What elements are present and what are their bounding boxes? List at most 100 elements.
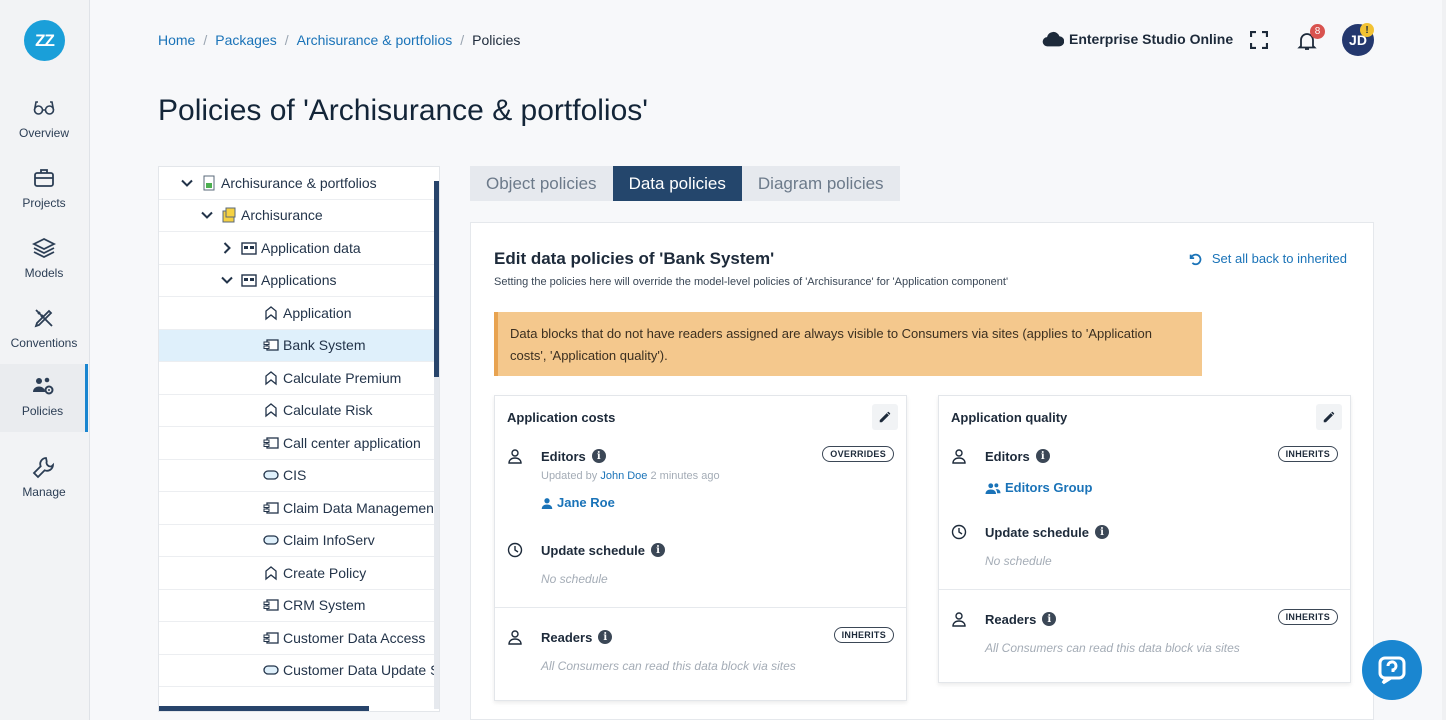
nav-manage[interactable]: Manage — [0, 445, 88, 513]
pencil-icon — [1323, 411, 1335, 423]
updated-prefix: Updated by — [541, 470, 598, 482]
tree-node[interactable]: Application — [159, 297, 439, 330]
studio-switcher[interactable]: Enterprise Studio Online — [1042, 31, 1233, 47]
tab-diagram-policies[interactable]: Diagram policies — [741, 166, 900, 201]
sidebar: ZZ Overview Projects Models Conventions … — [0, 0, 90, 720]
nav-label: Conventions — [10, 336, 78, 350]
tree-node[interactable]: Create Policy — [159, 557, 439, 590]
schedule-label: Update schedule — [985, 524, 1090, 540]
info-icon[interactable]: i — [1042, 612, 1057, 626]
page-scrollbar[interactable] — [1442, 0, 1446, 720]
tree-node-label: Calculate Risk — [283, 402, 373, 419]
info-icon[interactable]: i — [1035, 449, 1050, 463]
breadcrumb-home[interactable]: Home — [158, 32, 195, 48]
tab-data-policies[interactable]: Data policies — [612, 166, 742, 201]
fullscreen-icon[interactable] — [1250, 31, 1268, 49]
tree-node[interactable]: Application data — [159, 232, 439, 265]
info-icon[interactable]: i — [591, 449, 606, 463]
nav-label: Models — [24, 266, 64, 280]
user-outline-icon — [508, 449, 522, 464]
nav-projects[interactable]: Projects — [0, 156, 88, 224]
nav-conventions[interactable]: Conventions — [0, 296, 88, 364]
tree-node[interactable]: Calculate Risk — [159, 395, 439, 427]
chevron-down-icon[interactable] — [180, 176, 194, 190]
info-icon[interactable]: i — [598, 630, 613, 644]
clock-icon — [507, 542, 523, 558]
info-icon[interactable]: i — [651, 543, 666, 557]
reset-inherited-button[interactable]: Set all back to inherited — [1188, 251, 1347, 266]
tree-node[interactable]: CRM System — [159, 590, 439, 622]
tree-node-icon — [263, 662, 279, 678]
card-title: Application costs — [507, 410, 616, 425]
tree-node[interactable]: Claim Data Management — [159, 492, 439, 525]
tree-node[interactable]: Customer Data Access — [159, 622, 439, 655]
tree-toggle[interactable] — [219, 241, 235, 255]
info-icon[interactable]: i — [1095, 525, 1110, 539]
nav-policies[interactable]: Policies — [0, 364, 88, 432]
tree-node[interactable]: Archisurance & portfolios — [159, 167, 439, 200]
users-icon — [985, 482, 1001, 494]
warning-banner: Data blocks that do not have readers ass… — [494, 312, 1202, 376]
breadcrumb-package[interactable]: Archisurance & portfolios — [297, 32, 453, 48]
tree-node[interactable]: Archisurance — [159, 200, 439, 232]
tree-node-icon — [263, 532, 279, 548]
tree-node[interactable]: Calculate Premium — [159, 362, 439, 395]
editors-label: Editors — [985, 448, 1030, 464]
readers-value: All Consumers can read this data block v… — [541, 659, 796, 673]
tree-node[interactable]: Claim InfoServ — [159, 525, 439, 557]
tree-node[interactable]: Applications — [159, 265, 439, 297]
inherits-badge: INHERITS — [833, 627, 894, 643]
breadcrumb: Home / Packages / Archisurance & portfol… — [158, 32, 520, 48]
nav-label: Projects — [22, 196, 66, 210]
tree-node[interactable]: Bank System — [159, 329, 439, 362]
schedule-value: No schedule — [541, 572, 608, 586]
chevron-down-icon[interactable] — [200, 208, 214, 222]
breadcrumb-current: Policies — [472, 32, 521, 48]
briefcase-icon — [34, 169, 54, 187]
nav-label: Manage — [22, 485, 66, 499]
breadcrumb-packages[interactable]: Packages — [215, 32, 276, 48]
tree-toggle[interactable] — [219, 273, 235, 287]
tree-node-icon — [221, 207, 237, 223]
chevron-down-icon[interactable] — [220, 273, 234, 287]
chevron-right-icon[interactable] — [220, 241, 234, 255]
tree-node-label: Bank System — [283, 337, 366, 354]
page-title: Policies of 'Archisurance & portfolios' — [158, 94, 649, 127]
tree-node[interactable]: Call center application — [159, 427, 439, 460]
user-icon — [541, 497, 553, 509]
tree-horizontal-scrollbar[interactable] — [159, 706, 369, 711]
tree-toggle[interactable] — [179, 176, 195, 190]
tree-node-label: Claim InfoServ — [283, 532, 375, 549]
app-logo[interactable]: ZZ — [24, 20, 65, 61]
edit-button[interactable] — [1316, 404, 1342, 430]
nav-label: Overview — [18, 126, 69, 140]
panel-subtitle: Setting the policies here will override … — [494, 276, 1009, 288]
tree-toggle[interactable] — [199, 208, 215, 222]
tree-node[interactable]: CIS — [159, 460, 439, 492]
help-chat-button[interactable] — [1362, 640, 1422, 700]
breadcrumb-separator: / — [284, 32, 289, 48]
folder-icon — [241, 242, 257, 255]
layers-icon — [32, 237, 56, 259]
application-function-icon — [265, 370, 277, 386]
updated-by-link[interactable]: John Doe — [600, 470, 647, 482]
tree-node-icon — [263, 565, 279, 581]
editor-person[interactable]: Jane Roe — [541, 495, 894, 510]
tree-scrollbar-thumb[interactable] — [434, 181, 439, 377]
edit-button[interactable] — [872, 404, 898, 430]
tree-node-icon — [201, 175, 217, 191]
breadcrumb-separator: / — [203, 32, 208, 48]
tree-node[interactable]: Customer Data Update Ser — [159, 655, 439, 687]
data-policies-panel: Edit data policies of 'Bank System' Sett… — [470, 222, 1374, 720]
editor-group-name: Editors Group — [1005, 480, 1093, 495]
nav-overview[interactable]: Overview — [0, 86, 88, 154]
tab-object-policies[interactable]: Object policies — [470, 166, 613, 201]
nav-models[interactable]: Models — [0, 226, 88, 294]
editor-group[interactable]: Editors Group — [985, 480, 1338, 495]
notification-badge: 8 — [1310, 24, 1325, 39]
application-service-icon — [263, 665, 279, 675]
readers-label: Readers — [541, 629, 593, 645]
editors-section: Editors i OVERRIDES Updated by John Doe … — [507, 446, 894, 510]
policy-tabs: Object policies Data policies Diagram po… — [470, 166, 900, 201]
avatar-alert-badge: ! — [1360, 23, 1374, 37]
